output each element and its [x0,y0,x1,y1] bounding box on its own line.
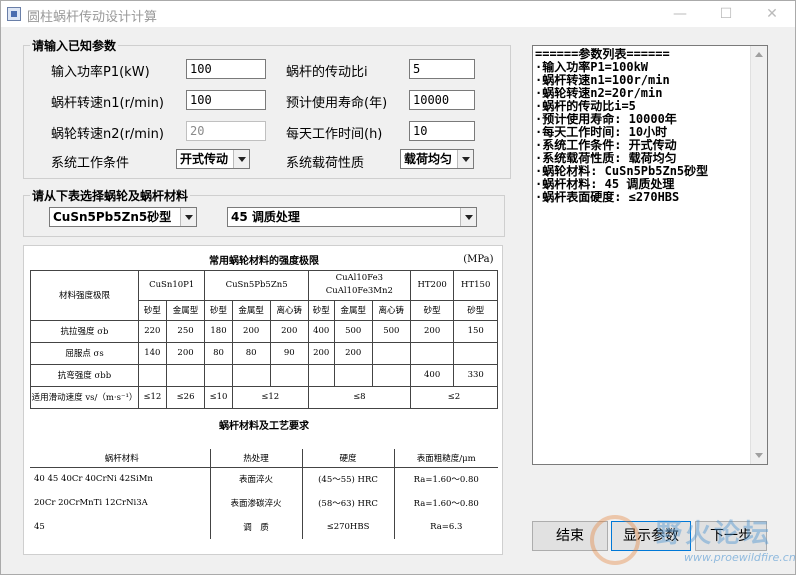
scroll-down-icon[interactable] [755,453,763,458]
material-header: HT150 [453,269,498,302]
vertical-scrollbar[interactable] [750,46,767,464]
casting-header: 离心铸 [371,300,411,321]
list-item[interactable]: ·系统载荷性质: 载荷均匀 [535,152,749,165]
table-row: 抗拉强度 σb 220 250 180 200 200 400 500 500 200 1… [30,319,498,343]
casting-header: 砂型 [453,300,498,321]
table-row: 屈服点 σs 140 200 80 80 90 200 200 [30,341,498,365]
list-item[interactable]: ·蜗杆材料: 45 调质处理 [535,178,749,191]
wheel-speed-label: 蜗轮转速n2(r/min) [51,127,164,142]
row-header: 材料强度极限 [30,269,139,321]
chevron-down-icon[interactable] [233,150,249,168]
chevron-down-icon[interactable] [457,150,473,168]
material-header: CuSn10P1 [137,269,206,302]
casting-header: 金属型 [231,300,271,321]
column-header: 热处理 [209,449,302,468]
casting-header: 金属型 [165,300,206,321]
watermark-url: www.proewildfire.cn [684,551,796,564]
casting-header: 离心铸 [269,300,309,321]
app-icon [7,7,21,21]
ratio-input[interactable]: 5 [409,59,475,79]
minimize-button[interactable]: — [657,1,703,27]
param-listbox[interactable]: ======参数列表====== ·输入功率P1=100kW ·蜗杆转速n1=100… [532,45,768,465]
load-value: 载荷均匀 [404,152,453,166]
column-header: 硬度 [301,449,394,468]
worm-speed-label: 蜗杆转速n1(r/min) [51,96,164,111]
maximize-button[interactable]: ☐ [703,1,749,27]
table-row: 抗弯强度 σbb 400 330 [30,363,498,387]
list-item[interactable]: ·蜗轮转速n2=20r/min [535,87,749,100]
material-legend: 请从下表选择蜗轮及蜗杆材料 [32,189,189,203]
material-header: HT200 [409,269,455,302]
list-item[interactable]: ·输入功率P1=100kW [535,61,749,74]
casting-header: 砂型 [307,300,335,321]
list-item[interactable]: ·每天工作时间: 10小时 [535,126,749,139]
power-input[interactable]: 100 [186,59,266,79]
list-item[interactable]: ======参数列表====== [535,48,749,61]
column-header: 表面粗糙度/μm [393,449,498,468]
list-item[interactable]: ·系统工作条件: 开式传动 [535,139,749,152]
process-table: 蜗杆材料 热处理 硬度 表面粗糙度/μm 40 45 40Cr 40CrNi 4… [30,449,498,539]
worm-material-value: 45 调质处理 [231,210,300,224]
ratio-label: 蜗杆的传动比i [286,65,368,80]
material-header: CuAl10Fe3 CuAl10Fe3Mn2 [307,269,411,302]
load-label: 系统载荷性质 [286,156,365,171]
strength-table-unit: (MPa) [463,254,494,265]
window-title: 圆柱蜗杆传动设计计算 [27,10,158,25]
scroll-up-icon[interactable] [755,52,763,57]
worm-speed-input[interactable]: 100 [186,90,266,110]
end-button[interactable]: 结束 [532,521,608,551]
hours-input[interactable]: 10 [409,121,475,141]
table-row: 适用滑动速度 vs/（m·s⁻¹） ≤12 ≤26 ≤10 ≤12 ≤8 ≤2 [30,385,499,409]
list-item[interactable]: ·蜗轮材料: CuSn5Pb5Zn5砂型 [535,165,749,178]
next-button[interactable]: 下一步 [695,521,767,551]
close-button[interactable]: ✕ [749,1,795,27]
param-list-rows: ======参数列表====== ·输入功率P1=100kW ·蜗杆转速n1=100… [535,48,749,204]
casting-header: 砂型 [409,300,455,321]
hours-label: 每天工作时间(h) [286,127,383,142]
title-bar: 圆柱蜗杆传动设计计算 — ☐ ✕ [1,1,795,27]
material-header: CuSn5Pb5Zn5 [204,269,309,302]
wheel-material-select[interactable]: CuSn5Pb5Zn5砂型 [49,207,197,227]
casting-header: 金属型 [333,300,373,321]
casting-header: 砂型 [138,300,167,321]
table-row: 20Cr 20CrMnTi 12CrNi3A 表面渗碳淬火 (58～63) HRC… [30,491,498,515]
chevron-down-icon[interactable] [460,208,476,226]
list-item[interactable]: ·预计使用寿命: 10000年 [535,113,749,126]
table-row: 40 45 40Cr 40CrNi 42SiMn 表面淬火 (45～55) HRC… [30,467,498,491]
list-item[interactable]: ·蜗杆转速n1=100r/min [535,74,749,87]
app-window: 圆柱蜗杆传动设计计算 — ☐ ✕ 请输入已知参数 输入功率P1(kW) 100 … [0,0,796,575]
life-input[interactable]: 10000 [409,90,475,110]
wheel-speed-input: 20 [186,121,266,141]
load-select[interactable]: 载荷均匀 [400,149,474,169]
column-header: 蜗杆材料 [30,449,210,468]
process-table-title: 蜗杆材料及工艺要求 [219,421,309,432]
condition-value: 开式传动 [180,152,229,166]
condition-label: 系统工作条件 [51,156,130,171]
wheel-material-value: CuSn5Pb5Zn5砂型 [53,210,172,224]
worm-material-select[interactable]: 45 调质处理 [227,207,477,227]
list-item[interactable]: ·蜗杆的传动比i=5 [535,100,749,113]
show-params-button[interactable]: 显示参数 [611,521,691,551]
strength-table-title: 常用蜗轮材料的强度极限 (MPa) [30,250,498,271]
list-item[interactable]: ·蜗杆表面硬度: ≤270HBS [535,191,749,204]
table-row: 45 调 质 ≤270HBS Ra=6.3 [30,515,498,539]
chevron-down-icon[interactable] [180,208,196,226]
casting-header: 砂型 [204,300,233,321]
strength-table: 常用蜗轮材料的强度极限 (MPa) 材料强度极限 CuSn10P1 CuSn5P… [30,250,499,432]
life-label: 预计使用寿命(年) [286,96,388,111]
power-label: 输入功率P1(kW) [51,65,150,80]
input-params-legend: 请输入已知参数 [32,39,117,53]
condition-select[interactable]: 开式传动 [176,149,250,169]
reference-table-image: 常用蜗轮材料的强度极限 (MPa) 材料强度极限 CuSn10P1 CuSn5P… [23,245,503,555]
